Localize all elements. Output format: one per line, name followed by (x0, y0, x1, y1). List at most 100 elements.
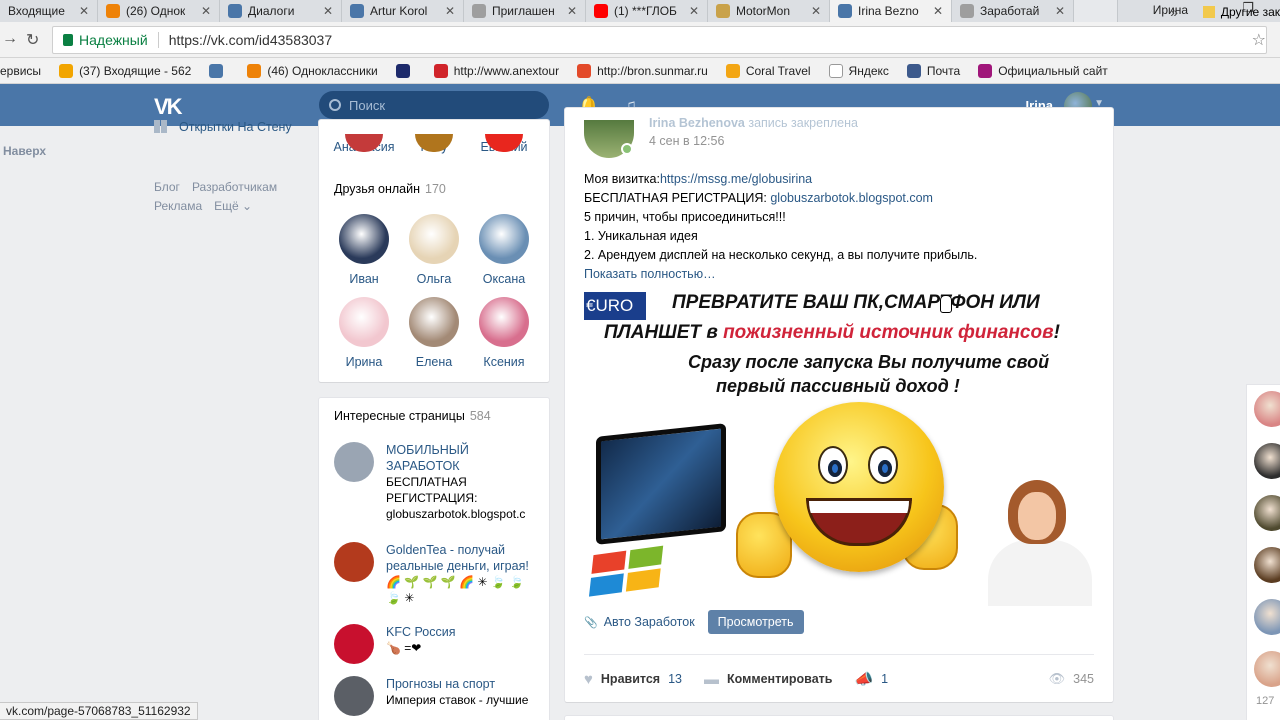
bookmark-item[interactable]: Почта (906, 63, 960, 78)
bookmark-item[interactable]: Яндекс (828, 63, 889, 78)
online-friend[interactable]: Ирина (329, 297, 399, 369)
omnibox[interactable]: Надежный https://vk.com/id43583037 ☆ (52, 26, 1267, 54)
footer-ads[interactable]: Реклама (154, 199, 202, 213)
bookmark-item[interactable]: http://bron.sunmar.ru (577, 63, 708, 78)
page-title[interactable]: KFC Россия (386, 624, 536, 640)
tab-close-icon[interactable]: ✕ (927, 4, 943, 18)
status-bar: vk.com/page-57068783_51162932 (0, 702, 198, 720)
bookmark-item[interactable]: Coral Travel (725, 63, 811, 78)
friend-item[interactable]: Keily (399, 134, 469, 154)
registration-link[interactable]: globuszarbotok.blogspot.com (770, 191, 933, 205)
bookmark-label: http://www.anextour (453, 63, 560, 78)
browser-tab[interactable]: (1) ***ГЛОБ ✕ (586, 0, 708, 22)
bookmark-item[interactable] (209, 63, 229, 78)
friends-online-title[interactable]: Друзья онлайн 170 (334, 182, 446, 196)
page-title[interactable]: Прогнозы на спорт (386, 676, 536, 692)
browser-tab[interactable]: Artur Korol ✕ (342, 0, 464, 22)
reload-icon[interactable]: ↻ (26, 30, 39, 50)
new-tab-button[interactable] (1074, 0, 1118, 22)
online-friend-avatar[interactable] (1254, 443, 1280, 479)
friend-item[interactable]: Анастасия (329, 134, 399, 154)
friend-avatar (339, 297, 389, 347)
comment-button[interactable]: ▬ Комментировать (704, 671, 832, 688)
wall-post: Irina Bezhenova запись закреплена 4 сен … (565, 108, 1113, 702)
online-friend-avatar[interactable] (1254, 547, 1280, 583)
online-friend[interactable]: Иван (329, 214, 399, 286)
share-button[interactable]: 📣 1 (854, 670, 888, 688)
browser-tab[interactable]: MotorMon ✕ (708, 0, 830, 22)
tab-close-icon[interactable]: ✕ (195, 4, 211, 18)
megaphone-icon: 📣 (854, 671, 874, 688)
tab-close-icon[interactable]: ✕ (73, 4, 89, 18)
page-title[interactable]: GoldenTea - получай реальные деньги, игр… (386, 542, 536, 574)
left-nav-greetings[interactable]: Открытки На Стену (154, 120, 292, 134)
tab-label: Приглашен (492, 4, 555, 18)
bookmark-item[interactable]: (37) Входящие - 562 (59, 63, 191, 78)
url-text[interactable]: https://vk.com/id43583037 (169, 32, 332, 48)
friend-avatar (339, 214, 389, 264)
footer-more[interactable]: Ещё ⌄ (214, 199, 252, 213)
bookmark-favicon-icon (906, 63, 921, 78)
view-button[interactable]: Просмотреть (707, 610, 804, 634)
online-friend-avatar[interactable] (1254, 651, 1280, 687)
other-bookmarks[interactable]: Другие зак (1202, 5, 1280, 19)
footer-blog[interactable]: Блог (154, 180, 180, 194)
show-more-link[interactable]: Показать полностью… (584, 265, 1094, 284)
tab-close-icon[interactable]: ✕ (317, 4, 333, 18)
bookmark-star-icon[interactable]: ☆ (1252, 30, 1266, 50)
tab-close-icon[interactable]: ✕ (561, 4, 577, 18)
like-button[interactable]: ♥ Нравится 13 (584, 671, 682, 688)
bookmark-item[interactable]: (46) Одноклассники (247, 63, 378, 78)
back-icon[interactable]: → (2, 30, 18, 48)
tab-label: Диалоги (248, 4, 295, 18)
browser-tab[interactable]: Приглашен ✕ (464, 0, 586, 22)
tab-close-icon[interactable]: ✕ (1049, 4, 1065, 18)
page-title[interactable]: МОБИЛЬНЫЙ ЗАРАБОТОК (386, 442, 536, 474)
card-link[interactable]: https://mssg.me/globusirina (660, 172, 812, 186)
friend-name: Ольга (416, 272, 452, 286)
page-avatar (334, 624, 374, 664)
promo-image[interactable]: €URO ПРЕВРАТИТЕ ВАШ ПК,СМАРТФОН ИЛИ ПЛАН… (584, 290, 1094, 606)
browser-tab[interactable]: Irina Bezno ✕ (830, 0, 952, 22)
tab-close-icon[interactable]: ✕ (439, 4, 455, 18)
tab-close-icon[interactable]: ✕ (805, 4, 821, 18)
browser-tab[interactable]: Заработай ✕ (952, 0, 1074, 22)
post-author[interactable]: Irina Bezhenova запись закреплена (649, 116, 858, 130)
post-date[interactable]: 4 сен в 12:56 (649, 134, 724, 148)
browser-tab[interactable]: Входящие ✕ (0, 0, 98, 22)
browser-tab[interactable]: (26) Однок ✕ (98, 0, 220, 22)
vk-logo[interactable]: VK (154, 94, 183, 120)
online-friend-avatar[interactable] (1254, 391, 1280, 427)
pages-title[interactable]: Интересные страницы 584 (334, 409, 491, 423)
bookmark-item[interactable]: ервисы (0, 64, 41, 78)
bookmarks-overflow-icon[interactable]: » (1170, 4, 1178, 20)
smiley-picture (774, 402, 944, 572)
bookmark-item[interactable]: Официальный сайт (978, 63, 1108, 78)
online-friend[interactable]: Елена (399, 297, 469, 369)
online-friend[interactable]: Оксана (469, 214, 539, 286)
interesting-pages-card: Интересные страницы 584 МОБИЛЬНЫЙ ЗАРАБОТ… (319, 398, 549, 720)
address-bar: → ↻ Надежный https://vk.com/id43583037 ☆ (0, 22, 1280, 58)
browser-tab-bar: Входящие ✕ (26) Однок ✕ Диалоги ✕ Artur Korol ✕… (0, 0, 1280, 22)
tab-close-icon[interactable]: ✕ (683, 4, 699, 18)
friend-item[interactable]: Евгений (469, 134, 539, 154)
bookmark-item[interactable] (395, 63, 416, 78)
online-friend-avatar[interactable] (1254, 599, 1280, 635)
promo-line-3: Сразу после запуска Вы получите свой (688, 352, 1050, 372)
browser-tab[interactable]: Диалоги ✕ (220, 0, 342, 22)
bookmark-item[interactable]: http://www.anextour (433, 63, 560, 78)
online-friend[interactable]: Ксения (469, 297, 539, 369)
post-actions: ♥ Нравится 13 ▬ Комментировать 📣 1 👁 345 (584, 670, 1094, 689)
search-input[interactable]: Поиск (319, 91, 549, 119)
back-to-top-link[interactable]: Наверх (3, 144, 46, 158)
secure-label: Надежный (79, 32, 148, 48)
page-subtitle: 🌈 🌱 🌱 🌱 🌈 ✳ 🍃 🍃 🍃 ✳ (386, 575, 524, 605)
tablet-picture (596, 423, 726, 545)
online-friend-avatar[interactable] (1254, 495, 1280, 531)
bookmark-favicon-icon (59, 63, 74, 78)
promo-line-4: первый пассивный доход ! (716, 376, 960, 396)
footer-developers[interactable]: Разработчикам (192, 180, 277, 194)
attachment-link[interactable]: Авто Заработок (604, 615, 695, 629)
online-friend[interactable]: Ольга (399, 214, 469, 286)
next-post (565, 716, 1113, 720)
